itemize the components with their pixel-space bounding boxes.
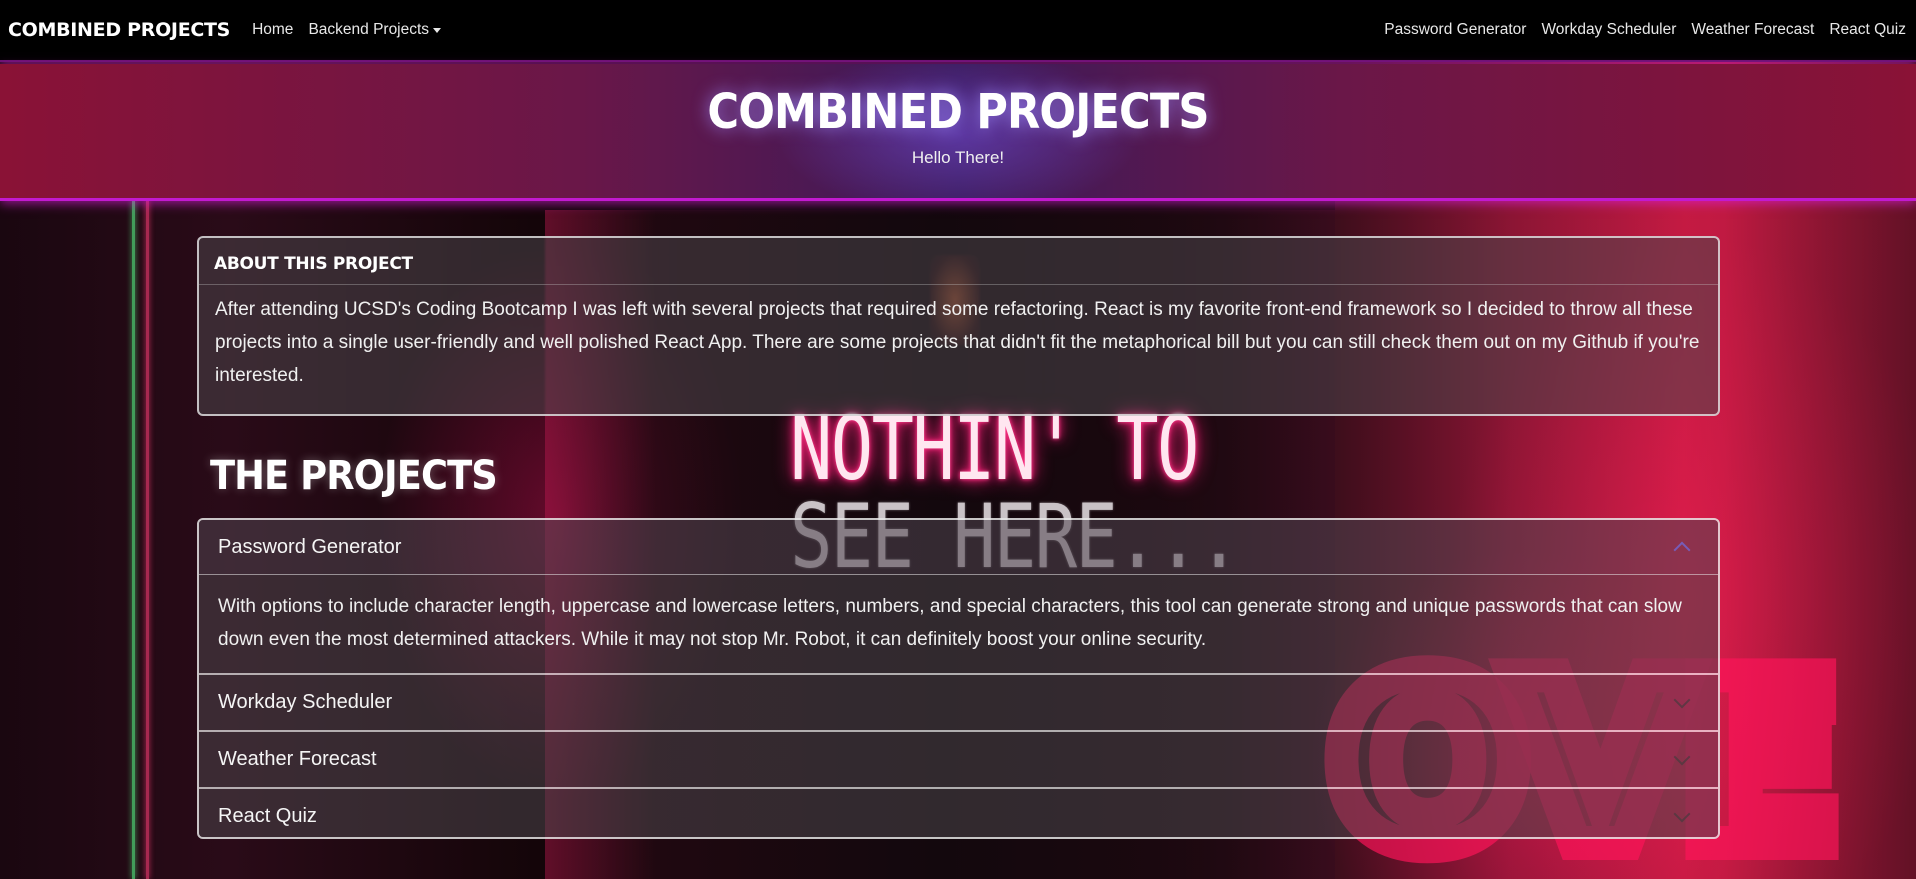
nav-link-password-generator[interactable]: Password Generator — [1384, 21, 1526, 39]
about-card-text: After attending UCSD's Coding Bootcamp I… — [215, 299, 1700, 386]
nav-dropdown-backend-projects[interactable]: Backend Projects — [308, 21, 442, 39]
projects-accordion: Password Generator With options to inclu… — [197, 518, 1720, 839]
accordion-item-weather-forecast: Weather Forecast — [199, 732, 1718, 789]
nav-link-react-quiz[interactable]: React Quiz — [1829, 21, 1906, 39]
navbar-brand[interactable]: COMBINED PROJECTS — [8, 19, 230, 41]
nav-link-home[interactable]: Home — [252, 21, 293, 39]
page-subtitle: Hello There! — [911, 148, 1005, 167]
accordion-header-label: Password Generator — [218, 535, 402, 558]
accordion-item-workday-scheduler: Workday Scheduler — [199, 675, 1718, 732]
accordion-header-weather-forecast[interactable]: Weather Forecast — [199, 732, 1718, 787]
accordion-body-password-generator: With options to include character length… — [199, 575, 1718, 673]
nav-link-workday-scheduler[interactable]: Workday Scheduler — [1541, 21, 1676, 39]
accordion-item-react-quiz: React Quiz — [199, 789, 1718, 837]
accordion-header-workday-scheduler[interactable]: Workday Scheduler — [199, 675, 1718, 730]
nav-dropdown-label: Backend Projects — [308, 21, 430, 38]
page-title: COMBINED PROJECTS — [707, 84, 1209, 140]
neon-sign-line-1: NOTHIN' TO — [790, 397, 1199, 500]
about-card: ABOUT THIS PROJECT After attending UCSD'… — [197, 236, 1720, 416]
caret-down-icon — [433, 27, 442, 33]
accordion-header-label: Workday Scheduler — [218, 691, 393, 713]
nav-link-home-label: Home — [252, 21, 294, 38]
navbar-left-links: Home Backend Projects — [252, 21, 456, 39]
background-neon-tube-green — [132, 200, 135, 879]
accordion-header-password-generator[interactable]: Password Generator — [199, 520, 1718, 575]
chevron-down-icon — [1673, 691, 1691, 708]
nav-link-weather-forecast[interactable]: Weather Forecast — [1691, 21, 1814, 39]
page-header: COMBINED PROJECTS Hello There! — [0, 64, 1916, 201]
chevron-up-icon — [1673, 541, 1691, 559]
accordion-item-password-generator: Password Generator With options to inclu… — [199, 520, 1718, 675]
about-card-title: ABOUT THIS PROJECT — [199, 238, 1718, 285]
navbar-right-links: Password Generator Workday Scheduler Wea… — [1384, 21, 1908, 39]
accordion-header-react-quiz[interactable]: React Quiz — [199, 789, 1718, 837]
projects-heading: THE PROJECTS — [210, 453, 498, 499]
chevron-down-icon — [1673, 748, 1691, 765]
chevron-down-icon — [1673, 805, 1691, 822]
background-neon-tube-pink — [146, 200, 149, 879]
navbar: COMBINED PROJECTS Home Backend Projects … — [0, 0, 1916, 62]
accordion-header-label: React Quiz — [218, 805, 317, 827]
accordion-header-label: Weather Forecast — [218, 748, 377, 770]
